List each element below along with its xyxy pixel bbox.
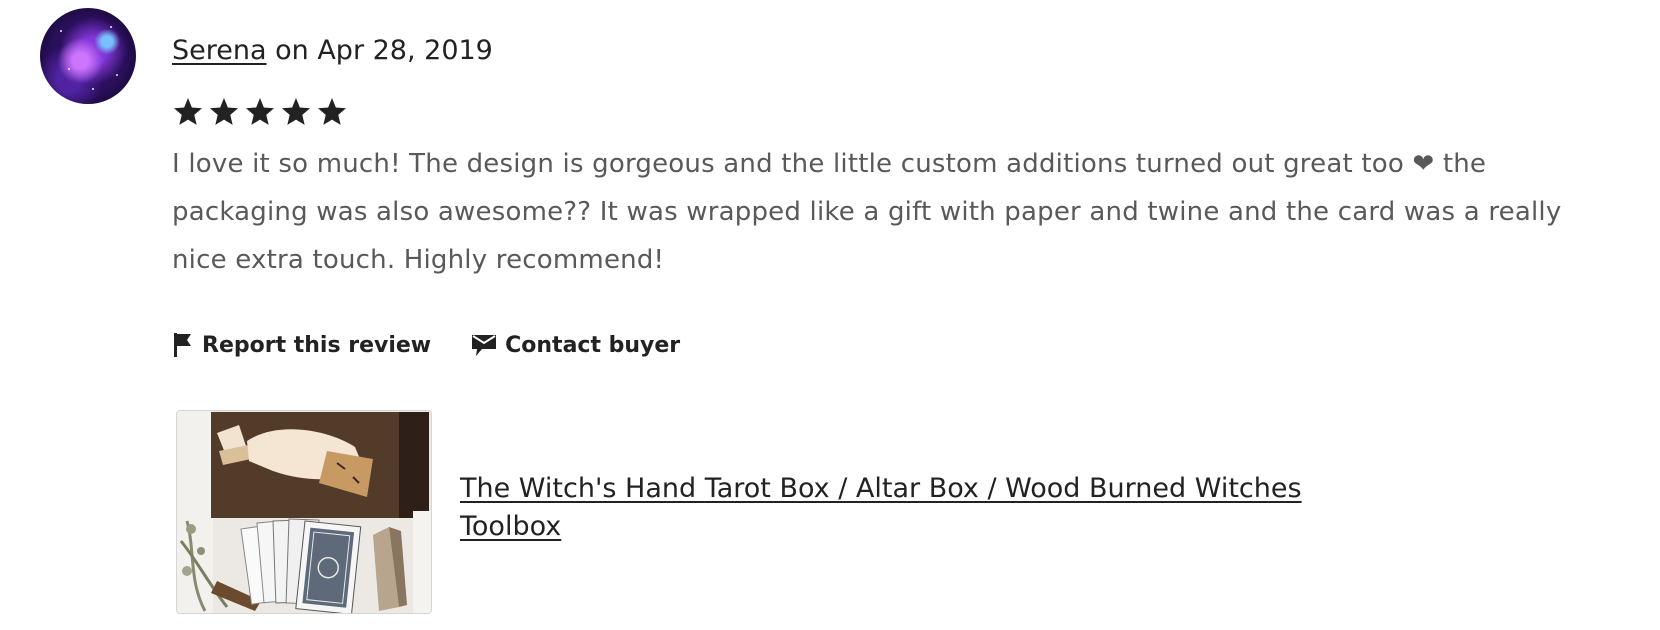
star-icon [210, 98, 238, 125]
review-text: I love it so much! The design is gorgeou… [172, 149, 1562, 275]
star-icon [246, 98, 274, 125]
listing-thumbnail[interactable] [176, 410, 432, 614]
flag-icon [172, 332, 194, 358]
star-icon [282, 98, 310, 125]
review-actions: Report this review Contact buyer [172, 332, 680, 358]
contact-buyer-label: Contact buyer [505, 332, 681, 358]
envelope-icon [471, 332, 497, 358]
report-review-button[interactable]: Report this review [172, 332, 431, 358]
report-review-label: Report this review [202, 332, 432, 358]
star-icon [318, 98, 346, 125]
avatar-sparkle [116, 74, 118, 76]
avatar-sparkle [60, 30, 62, 32]
star-rating [172, 96, 348, 134]
avatar-sparkle [68, 68, 70, 70]
contact-buyer-button[interactable]: Contact buyer [471, 332, 680, 358]
reviewer-name-link[interactable]: Serena [172, 35, 267, 66]
star-icon [174, 98, 202, 125]
review-date: on Apr 28, 2019 [275, 35, 493, 66]
avatar-sparkle [92, 88, 94, 90]
review-header: Serena on Apr 28, 2019 [172, 31, 493, 71]
listing-title-link[interactable]: The Witch's Hand Tarot Box / Altar Box /… [460, 470, 1320, 546]
avatar-sparkle [110, 26, 112, 28]
reviewer-avatar[interactable] [40, 8, 136, 104]
